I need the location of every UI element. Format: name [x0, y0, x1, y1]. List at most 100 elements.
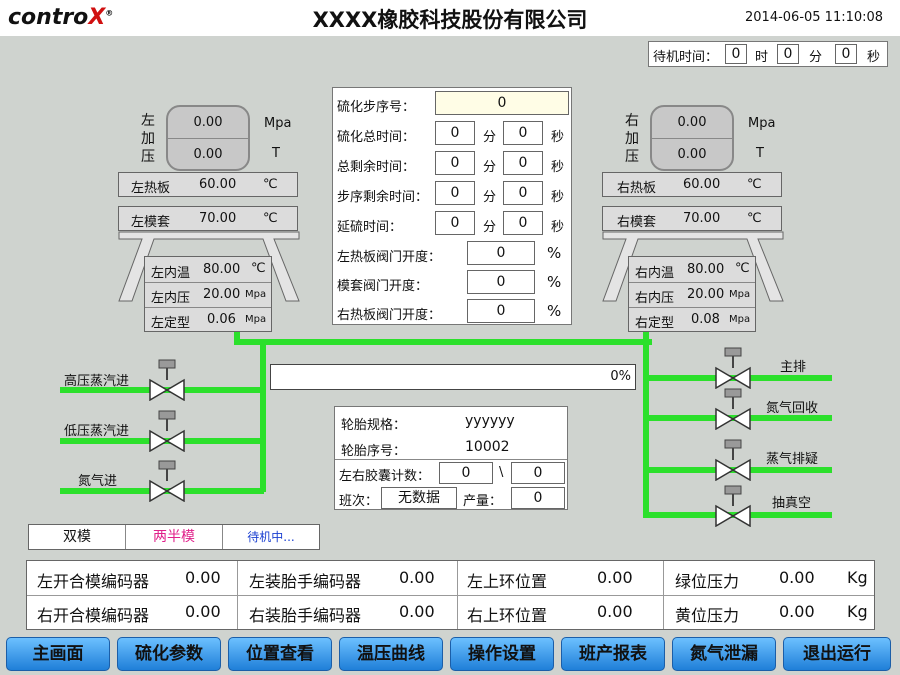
- nav-exit-run-button[interactable]: 退出运行: [783, 637, 891, 671]
- shift-label: 班次：: [339, 494, 379, 509]
- min-unit: 分: [483, 220, 497, 235]
- right-inner-press-value: 20.00: [687, 287, 725, 302]
- step-value: 0: [435, 91, 569, 115]
- right-shaping-unit: Mpa: [729, 314, 751, 325]
- left-pressure-gauge: 0.00 0.00: [166, 105, 250, 171]
- left-inner-temp-value: 80.00: [203, 262, 241, 277]
- time-min: 0: [435, 151, 475, 175]
- nav-temp-press-curve-button[interactable]: 温压曲线: [339, 637, 443, 671]
- encoder-unit: Kg: [847, 568, 868, 587]
- encoder-value: 0.00: [185, 602, 221, 621]
- right-inner-temp-unit: ℃: [735, 261, 750, 276]
- sec-unit: 秒: [551, 130, 565, 145]
- right-jacket-row: 右模套 70.00 ℃: [602, 206, 782, 231]
- tire-seq-label: 轮胎序号：: [341, 444, 407, 459]
- right-platen-label: 右热板: [617, 181, 657, 196]
- valve-value: 0: [467, 241, 535, 265]
- right-inner-temp-value: 80.00: [687, 262, 725, 277]
- nav-cure-params-button[interactable]: 硫化参数: [117, 637, 221, 671]
- sec-unit: 秒: [551, 220, 565, 235]
- valve-unit: %: [547, 273, 562, 291]
- valve-label: 右热板阀门开度：: [337, 308, 442, 323]
- step-label: 硫化步序号：: [337, 100, 416, 115]
- shift-value: 无数据: [381, 487, 457, 509]
- tire-spec-value: yyyyyy: [465, 413, 515, 429]
- tire-spec-label: 轮胎规格：: [341, 418, 407, 433]
- right-platen-row: 右热板 60.00 ℃: [602, 172, 782, 197]
- right-unit-mpa: Mpa: [748, 116, 776, 131]
- mode-status-tabs: 双模 两半模 待机中...: [28, 524, 320, 550]
- encoder-label: 黄位压力: [675, 606, 740, 625]
- left-shaping-label: 左定型: [151, 316, 191, 331]
- left-platen-label: 左热板: [131, 181, 171, 196]
- right-gauge-pressure: 0.00: [677, 115, 707, 130]
- left-unit-mpa: Mpa: [264, 116, 292, 131]
- bladder-separator: \: [499, 465, 504, 480]
- valve-row: 右热板阀门开度： 0 %: [333, 296, 571, 326]
- encoder-label: 右开合模编码器: [37, 606, 150, 625]
- right-jacket-label: 右模套: [617, 215, 657, 230]
- standby-minutes: 0: [777, 44, 799, 64]
- time-label: 硫化总时间：: [337, 130, 416, 145]
- left-unit-t: T: [272, 146, 280, 161]
- pipe: [643, 332, 649, 342]
- encoder-unit: Kg: [847, 602, 868, 621]
- right-press-title: 右加压: [625, 113, 639, 165]
- encoder-label: 左开合模编码器: [37, 572, 150, 591]
- time-sec: 0: [503, 151, 543, 175]
- time-row: 步序剩余时间： 0 分 0 秒: [333, 178, 571, 208]
- valve-icon[interactable]: [148, 410, 186, 452]
- right-inner-press-label: 右内压: [635, 291, 675, 306]
- encoder-value: 0.00: [597, 568, 633, 587]
- left-inner-press-unit: Mpa: [245, 289, 267, 300]
- left-inner-press-value: 20.00: [203, 287, 241, 302]
- right-unit-t: T: [756, 146, 764, 161]
- nav-main-screen-button[interactable]: 主画面: [6, 637, 110, 671]
- left-inner-panel: 左内温 80.00 ℃ 左内压 20.00 Mpa 左定型 0.06 Mpa: [144, 256, 272, 332]
- valve-icon[interactable]: [714, 347, 752, 389]
- right-platen-value: 60.00: [683, 177, 721, 192]
- datetime: 2014-06-05 11:10:08: [745, 10, 884, 25]
- valve-icon[interactable]: [148, 460, 186, 502]
- left-platen-row: 左热板 60.00 ℃: [118, 172, 298, 197]
- nav-shift-report-button[interactable]: 班产报表: [561, 637, 665, 671]
- output-label: 产量：: [463, 494, 503, 509]
- left-jacket-row: 左模套 70.00 ℃: [118, 206, 298, 231]
- time-sec: 0: [503, 181, 543, 205]
- left-jacket-label: 左模套: [131, 215, 171, 230]
- right-jacket-unit: ℃: [747, 211, 762, 226]
- valve-icon[interactable]: [714, 388, 752, 430]
- time-rows: 硫化总时间： 0 分 0 秒 总剩余时间： 0 分 0 秒 步序剩余时间： 0 …: [333, 118, 571, 238]
- seconds-unit: 秒: [867, 50, 881, 65]
- min-unit: 分: [483, 190, 497, 205]
- sec-unit: 秒: [551, 190, 565, 205]
- left-gauge-force: 0.00: [193, 147, 223, 162]
- valve-value: 0: [467, 299, 535, 323]
- minutes-unit: 分: [809, 50, 823, 65]
- right-inner-press-unit: Mpa: [729, 289, 751, 300]
- valve-icon[interactable]: [148, 359, 186, 401]
- tab-standby-status[interactable]: 待机中...: [223, 525, 319, 549]
- tire-seq-value: 10002: [465, 439, 510, 455]
- tab-dual-mold[interactable]: 双模: [29, 525, 126, 549]
- sec-unit: 秒: [551, 160, 565, 175]
- output-value: 0: [511, 487, 565, 509]
- valve-unit: %: [547, 244, 562, 262]
- nav-position-view-button[interactable]: 位置查看: [228, 637, 332, 671]
- time-row: 延硫时间： 0 分 0 秒: [333, 208, 571, 238]
- valve-icon[interactable]: [714, 439, 752, 481]
- encoder-label: 绿位压力: [675, 572, 740, 591]
- time-label: 总剩余时间：: [337, 160, 416, 175]
- nav-nitrogen-leak-button[interactable]: 氮气泄漏: [672, 637, 776, 671]
- line-label: 抽真空: [772, 496, 812, 511]
- min-unit: 分: [483, 160, 497, 175]
- left-jacket-unit: ℃: [263, 211, 278, 226]
- encoder-value: 0.00: [779, 568, 815, 587]
- nav-operation-settings-button[interactable]: 操作设置: [450, 637, 554, 671]
- hours-unit: 时: [755, 50, 769, 65]
- valve-icon[interactable]: [714, 485, 752, 527]
- left-platen-unit: ℃: [263, 177, 278, 192]
- tab-half-mold[interactable]: 两半模: [126, 525, 223, 549]
- right-shaping-label: 右定型: [635, 316, 675, 331]
- left-press-title: 左加压: [141, 113, 155, 165]
